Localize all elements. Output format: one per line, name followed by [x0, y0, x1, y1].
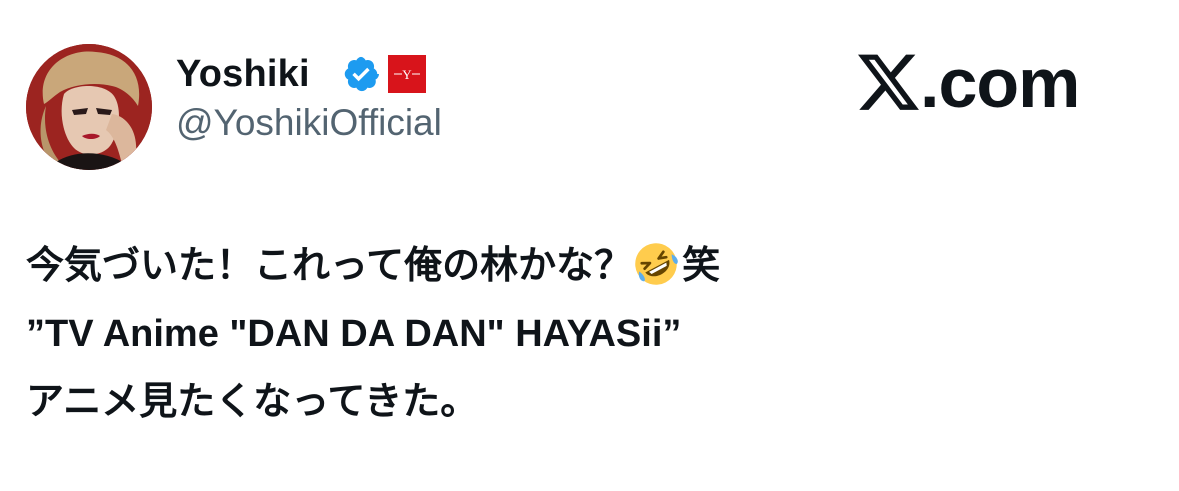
site-logo: .com — [858, 44, 1080, 122]
rolling-laughing-emoji-icon — [635, 243, 678, 285]
tweet-line-1-suffix: 笑 — [682, 245, 721, 287]
site-logo-text: .com — [920, 44, 1080, 122]
tweet-line-1-text: 今気づいた！これって俺の林かな？ — [26, 245, 633, 287]
tweet-line-2: ”TV Anime "DAN DA DAN" HAYASii” — [26, 313, 682, 355]
x-logo-icon — [858, 54, 919, 110]
display-name[interactable]: Yoshiki — [176, 52, 310, 96]
tweet-line-3: アニメ見たくなってきた。 — [26, 381, 479, 423]
verified-badge-icon — [344, 56, 379, 92]
affiliate-logo: Y — [388, 55, 426, 93]
tweet-card: Yoshiki Y @YoshikiOfficial .com 今気づいた！これ… — [0, 0, 1179, 491]
tweet-line-1: 今気づいた！これって俺の林かな？ 笑 — [26, 232, 1146, 300]
profile-photo — [26, 44, 152, 170]
tweet-text: 今気づいた！これって俺の林かな？ 笑 ”TV Anime "DAN DA DAN… — [26, 232, 1146, 436]
avatar[interactable] — [26, 44, 152, 170]
affiliate-badge-icon[interactable]: Y — [388, 55, 426, 93]
svg-text:Y: Y — [402, 67, 412, 82]
user-handle[interactable]: @YoshikiOfficial — [176, 101, 442, 145]
